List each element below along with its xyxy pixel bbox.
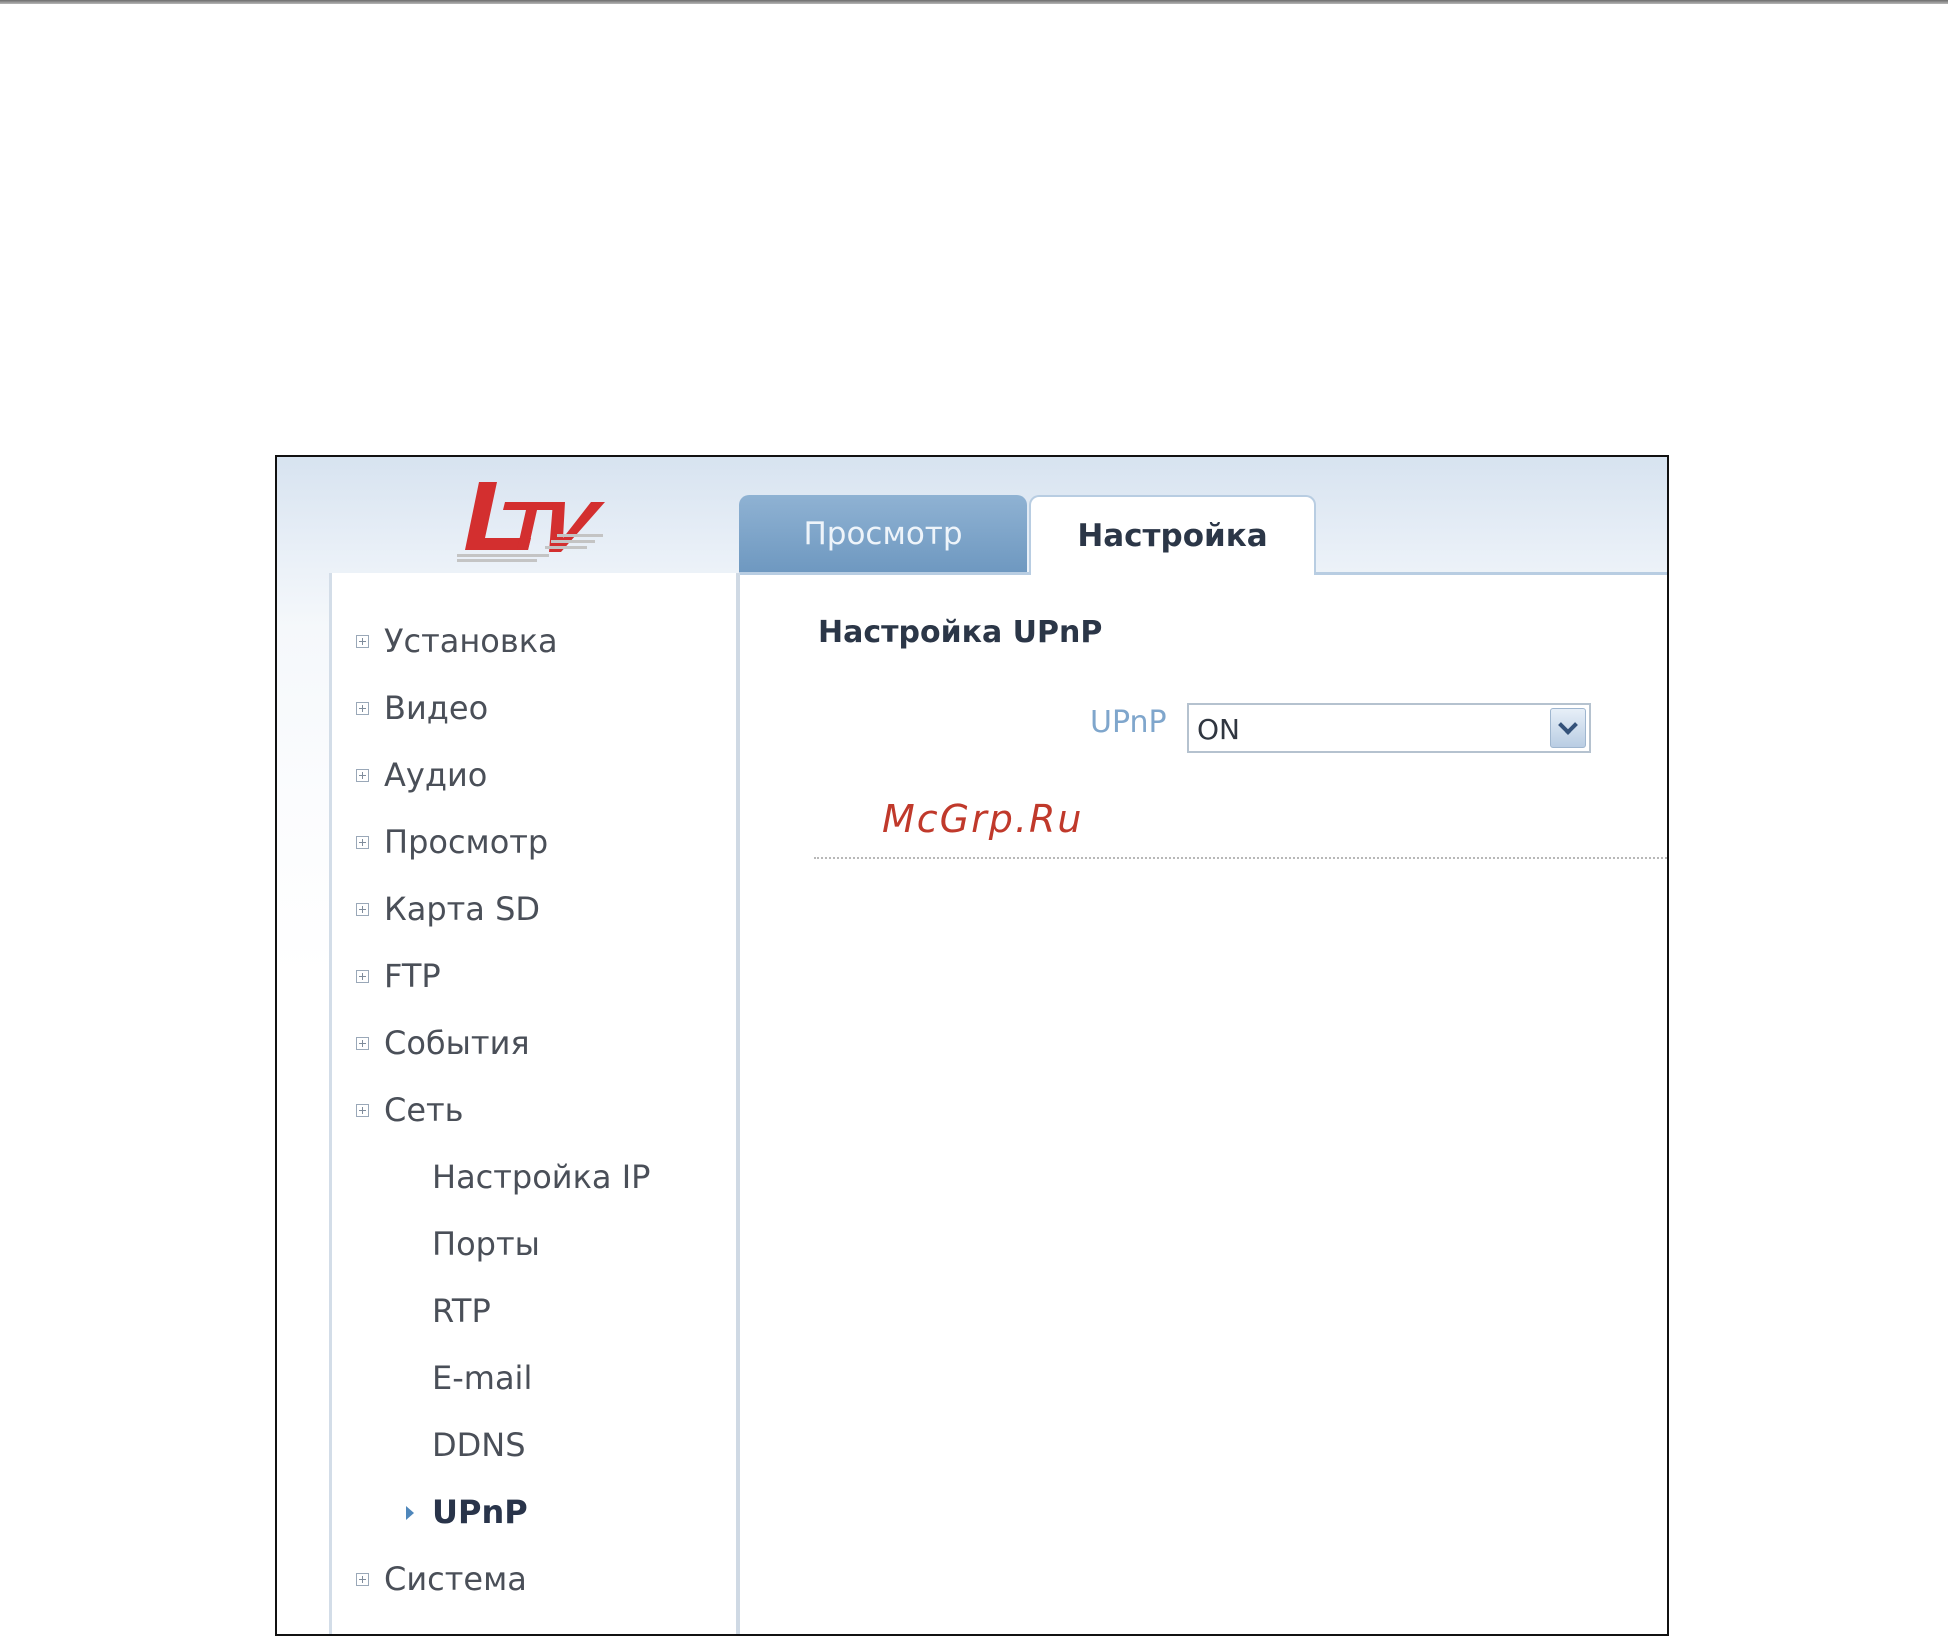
plus-box-icon xyxy=(356,768,369,782)
upnp-select[interactable]: ON xyxy=(1187,703,1591,753)
sidebar-item-network[interactable]: Сеть xyxy=(356,1085,464,1135)
plus-box-icon xyxy=(356,701,369,715)
sidebar-subitem-upnp[interactable]: UPnP xyxy=(406,1487,528,1537)
ltv-logo xyxy=(457,482,605,562)
sidebar-item-label: Система xyxy=(384,1560,527,1598)
sidebar: Установка Видео Аудио Просмотр Карта SD … xyxy=(329,573,740,1634)
plus-box-icon xyxy=(356,902,369,916)
tab-settings[interactable]: Настройка xyxy=(1029,495,1316,575)
chevron-down-icon xyxy=(1558,715,1578,735)
top-rule xyxy=(0,0,1948,4)
sidebar-item-label: Настройка IP xyxy=(432,1158,651,1196)
plus-box-icon xyxy=(356,1103,369,1117)
sidebar-item-audio[interactable]: Аудио xyxy=(356,750,487,800)
sidebar-item-label: Сеть xyxy=(384,1091,464,1129)
sidebar-item-label: Просмотр xyxy=(384,823,549,861)
sidebar-item-label: Установка xyxy=(384,622,558,660)
arrow-right-icon xyxy=(406,1506,414,1520)
sidebar-item-label: FTP xyxy=(384,957,441,995)
sidebar-item-label: События xyxy=(384,1024,530,1062)
watermark-text: McGrp.Ru xyxy=(882,797,1084,841)
sidebar-item-setup[interactable]: Установка xyxy=(356,616,558,666)
sidebar-item-label: Карта SD xyxy=(384,890,541,928)
sidebar-item-video[interactable]: Видео xyxy=(356,683,488,733)
sidebar-item-label: UPnP xyxy=(432,1493,528,1531)
sidebar-item-system[interactable]: Система xyxy=(356,1554,527,1604)
sidebar-item-events[interactable]: События xyxy=(356,1018,530,1068)
page-title: Настройка UPnP xyxy=(818,615,1103,650)
sidebar-item-sd-card[interactable]: Карта SD xyxy=(356,884,540,934)
sidebar-subitem-ip-settings[interactable]: Настройка IP xyxy=(432,1152,650,1202)
sidebar-item-label: Видео xyxy=(384,689,489,727)
sidebar-subitem-ports[interactable]: Порты xyxy=(432,1219,540,1269)
sidebar-item-ftp[interactable]: FTP xyxy=(356,951,441,1001)
sidebar-item-label: Порты xyxy=(432,1225,540,1263)
sidebar-item-label: Аудио xyxy=(384,756,488,794)
dropdown-button[interactable] xyxy=(1550,708,1586,748)
plus-box-icon xyxy=(356,1572,369,1586)
plus-box-icon xyxy=(356,835,369,849)
sidebar-subitem-rtp[interactable]: RTP xyxy=(432,1286,491,1336)
sidebar-item-label: RTP xyxy=(432,1292,491,1330)
sidebar-item-label: E-mail xyxy=(432,1359,533,1397)
main-content: Настройка UPnP UPnP ON xyxy=(740,575,1667,1634)
section-divider xyxy=(814,857,1667,859)
plus-box-icon xyxy=(356,634,369,648)
plus-box-icon xyxy=(356,969,369,983)
sidebar-item-view[interactable]: Просмотр xyxy=(356,817,548,867)
plus-box-icon xyxy=(356,1036,369,1050)
tab-view[interactable]: Просмотр xyxy=(739,495,1027,573)
camera-web-interface: Просмотр Настройка Установка Видео Аудио… xyxy=(275,455,1669,1636)
upnp-label: UPnP xyxy=(1090,705,1167,740)
sidebar-subitem-email[interactable]: E-mail xyxy=(432,1353,532,1403)
upnp-select-value: ON xyxy=(1197,713,1240,746)
sidebar-subitem-ddns[interactable]: DDNS xyxy=(432,1420,526,1470)
sidebar-item-label: DDNS xyxy=(432,1426,526,1464)
